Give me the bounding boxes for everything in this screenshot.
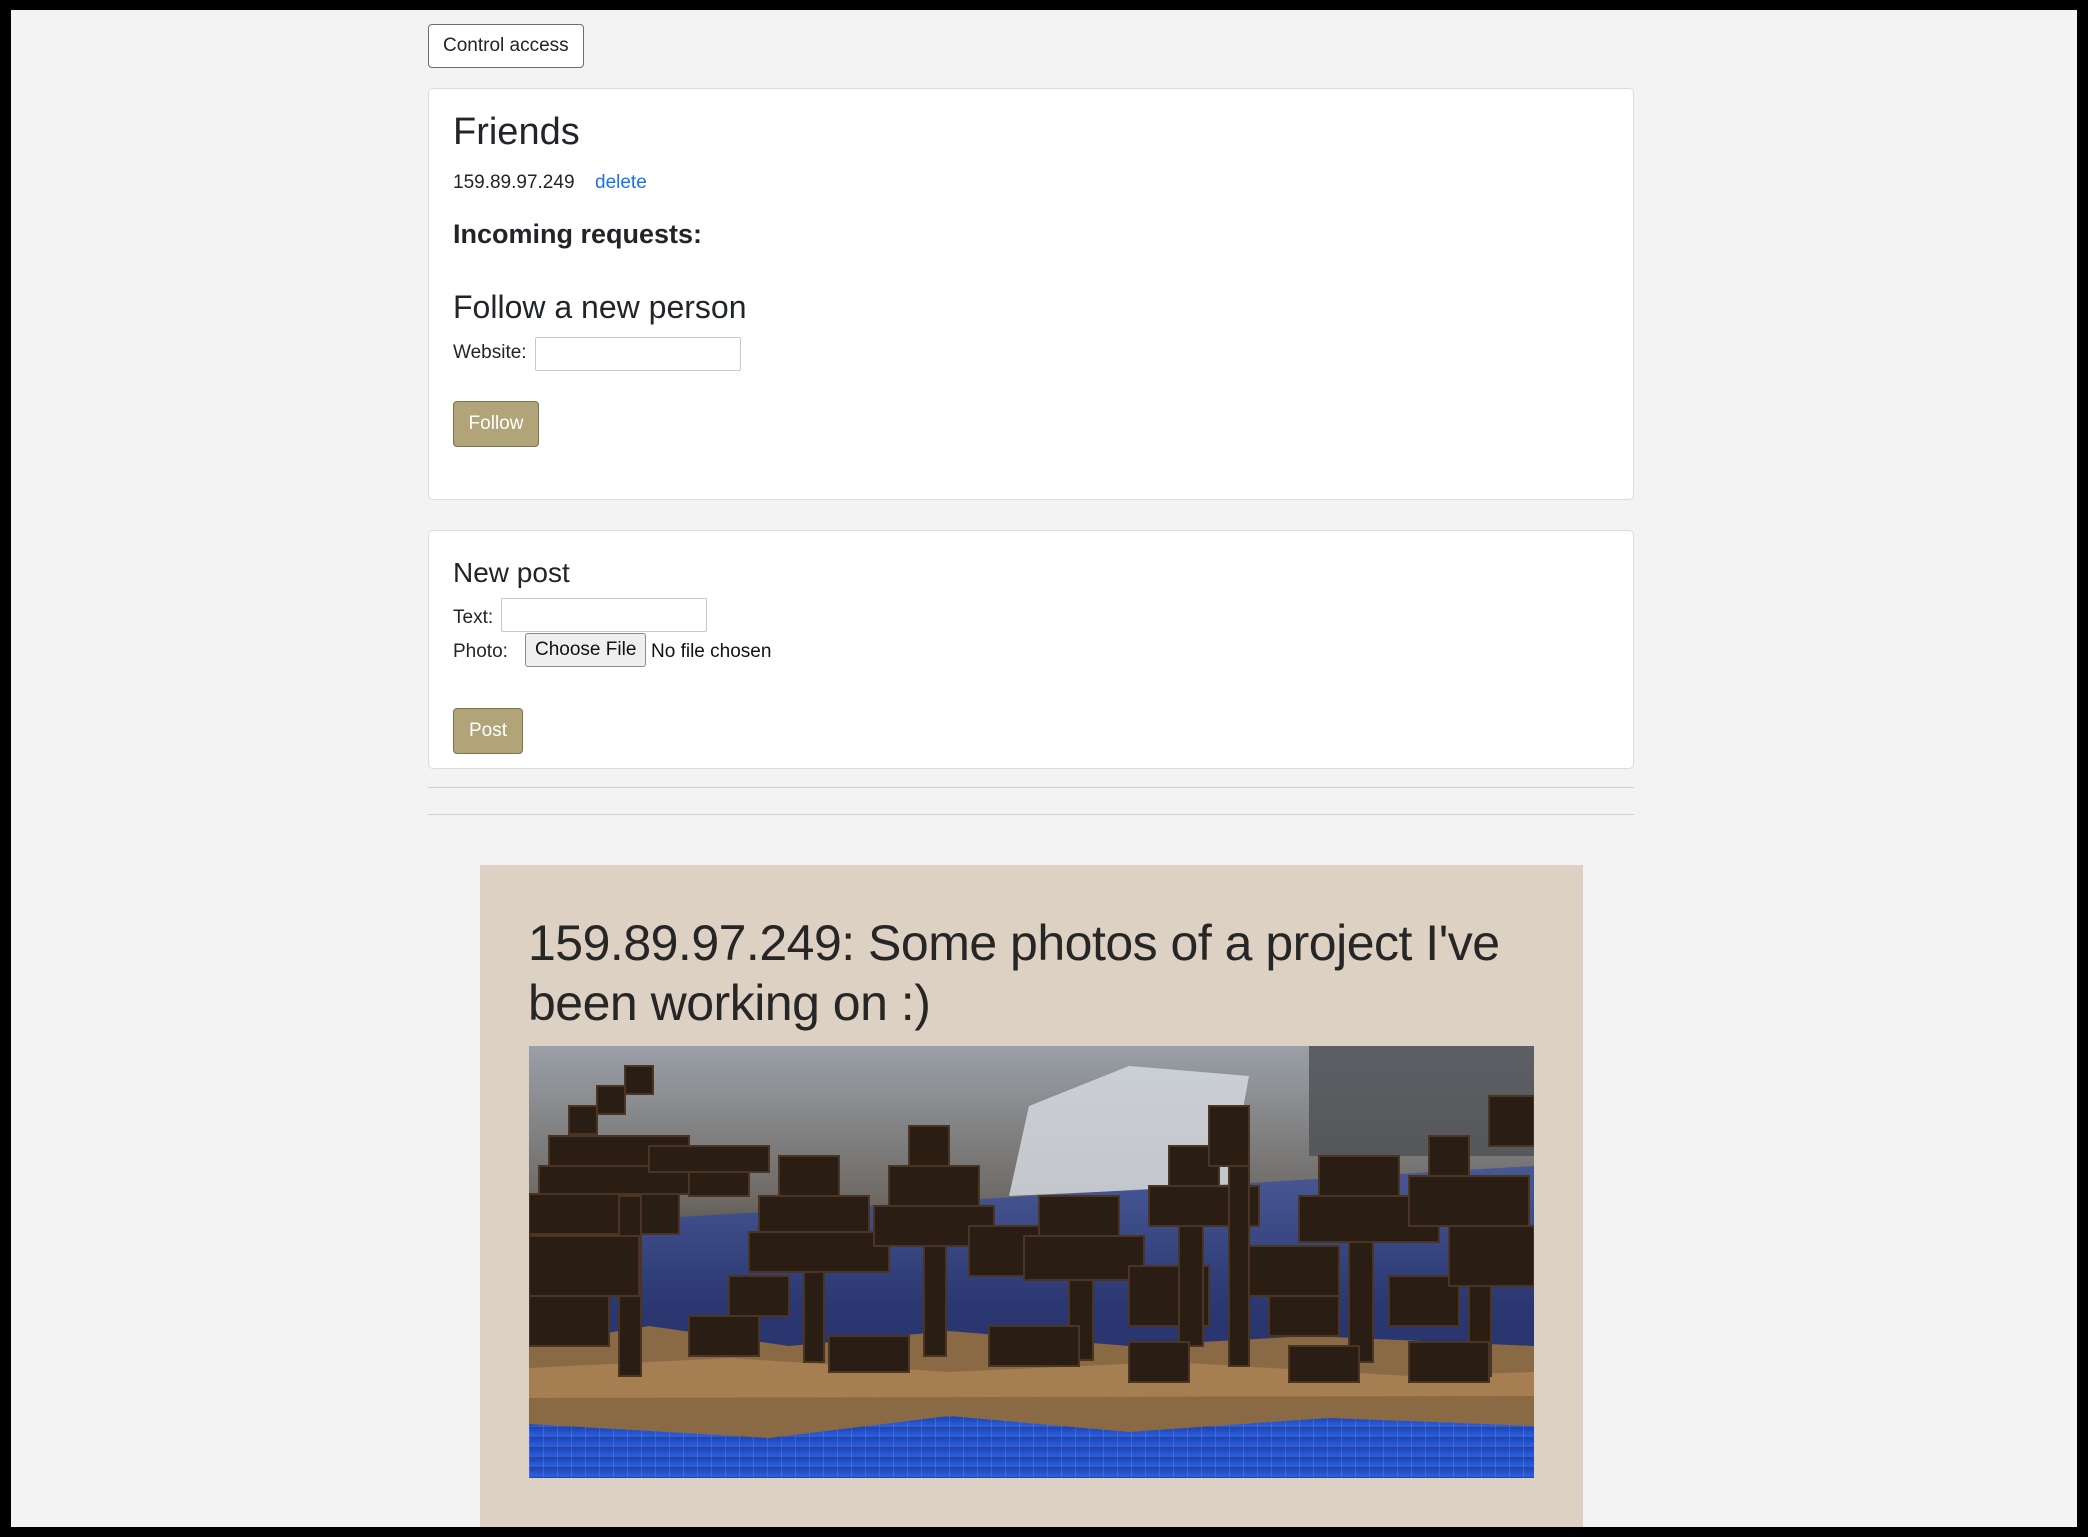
website-label: Website: bbox=[453, 342, 527, 363]
photo-label: Photo: bbox=[453, 641, 508, 662]
delete-friend-link[interactable]: delete bbox=[595, 172, 647, 194]
new-post-heading: New post bbox=[453, 557, 570, 588]
friends-card: Friends 159.89.97.249 delete Incoming re… bbox=[428, 88, 1634, 500]
feed-post: 159.89.97.249: Some photos of a project … bbox=[480, 865, 1583, 1527]
control-access-button[interactable]: Control access bbox=[428, 24, 584, 68]
post-text-input[interactable] bbox=[501, 598, 707, 632]
follow-new-person-heading: Follow a new person bbox=[453, 289, 747, 325]
post-title: 159.89.97.249: Some photos of a project … bbox=[528, 915, 1500, 1031]
website-input[interactable] bbox=[535, 337, 741, 371]
choose-file-button[interactable]: Choose File bbox=[525, 633, 647, 667]
post-photo bbox=[529, 1046, 1534, 1478]
post-button[interactable]: Post bbox=[453, 708, 523, 754]
divider-top bbox=[428, 787, 1634, 788]
friends-heading: Friends bbox=[453, 111, 580, 153]
browser-viewport: Control access Friends 159.89.97.249 del… bbox=[11, 10, 2077, 1527]
divider-bottom bbox=[428, 814, 1634, 815]
voxel-forest-photo-icon bbox=[529, 1046, 1534, 1478]
text-label: Text: bbox=[453, 607, 494, 628]
new-post-card: New post Text: Photo: Choose File No fil… bbox=[428, 530, 1634, 769]
file-status-text: No file chosen bbox=[651, 641, 772, 662]
incoming-requests-heading: Incoming requests: bbox=[453, 219, 703, 249]
follow-button[interactable]: Follow bbox=[453, 401, 539, 447]
friend-address: 159.89.97.249 bbox=[453, 172, 575, 193]
